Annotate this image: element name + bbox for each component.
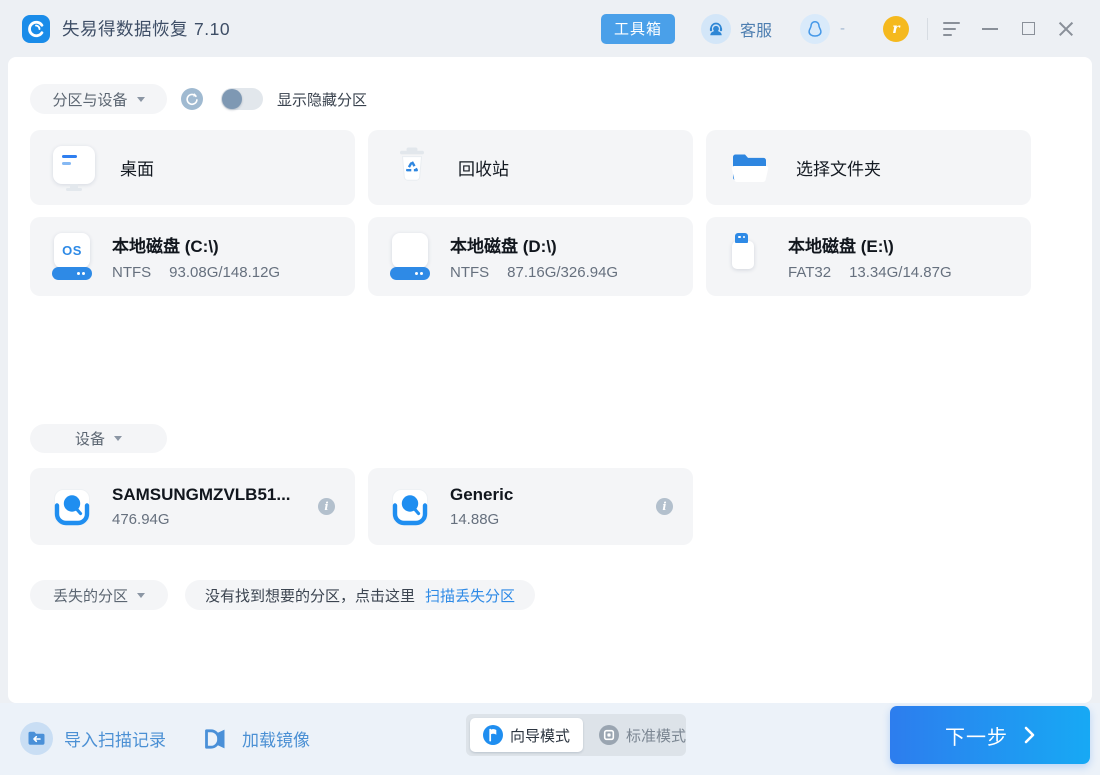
card-device-generic[interactable]: Generic 14.88G i (368, 468, 693, 545)
lost-partitions-dropdown[interactable]: 丢失的分区 (30, 580, 168, 610)
mode-switch: 向导模式 标准模式 (466, 714, 686, 756)
next-label: 下一步 (945, 721, 1008, 750)
scan-lost-partitions-link[interactable]: 扫描丢失分区 (425, 585, 515, 606)
maximize-button[interactable] (1014, 15, 1042, 43)
import-scan-label: 导入扫描记录 (64, 726, 166, 751)
hdd-device-icon (390, 487, 430, 527)
chevron-right-icon (1024, 726, 1035, 744)
device-name: SAMSUNGMZVLB51... (112, 485, 291, 505)
usb-stick-icon (728, 233, 768, 280)
lost-partition-hint-text: 没有找到想要的分区，点击这里 (205, 585, 415, 606)
chevron-down-icon (137, 593, 145, 598)
app-version: 7.10 (194, 19, 230, 39)
app-window: 失易得数据恢复 7.10 工具箱 客服 (0, 0, 1100, 775)
avatar-glyph: r (892, 22, 899, 36)
info-icon[interactable]: i (656, 498, 673, 515)
footer-bar: 导入扫描记录 加载镜像 向导模式 (0, 703, 1100, 775)
import-scan-button[interactable]: 导入扫描记录 (20, 722, 166, 755)
refresh-button[interactable] (181, 88, 203, 110)
device-name: Generic (450, 485, 513, 505)
card-choose-folder-label: 选择文件夹 (796, 155, 881, 180)
next-button[interactable]: 下一步 (890, 706, 1090, 764)
toggle-knob (222, 89, 242, 109)
card-choose-folder[interactable]: 选择文件夹 (706, 130, 1031, 205)
lost-partitions-dropdown-label: 丢失的分区 (53, 585, 128, 606)
card-recycle-bin[interactable]: 回收站 (368, 130, 693, 205)
devices-dropdown[interactable]: 设备 (30, 424, 167, 453)
qq-penguin-icon (800, 14, 830, 44)
flag-icon (483, 725, 503, 745)
show-hidden-label: 显示隐藏分区 (277, 89, 367, 110)
disk-icon (390, 233, 430, 280)
lost-partition-hint: 没有找到想要的分区，点击这里 扫描丢失分区 (185, 580, 535, 610)
load-image-button[interactable]: 加载镜像 (198, 722, 310, 755)
disk-size: 87.16G/326.94G (507, 264, 618, 281)
refresh-icon (185, 92, 199, 106)
app-title-text: 失易得数据恢复 (62, 19, 188, 39)
support-label: 客服 (740, 17, 772, 41)
minimize-button[interactable] (976, 15, 1004, 43)
disk-filesystem: NTFS (450, 264, 489, 281)
card-disk-c[interactable]: OS 本地磁盘 (C:\) NTFS 93.08G/148.12G (30, 217, 355, 296)
import-folder-icon (20, 722, 53, 755)
load-image-label: 加载镜像 (242, 726, 310, 751)
partitions-dropdown[interactable]: 分区与设备 (30, 84, 167, 114)
disk-filesystem: NTFS (112, 264, 151, 281)
qq-button[interactable]: - (800, 14, 845, 44)
partitions-dropdown-label: 分区与设备 (52, 89, 127, 110)
support-button[interactable]: 客服 (701, 14, 772, 44)
desktop-icon (52, 144, 96, 192)
device-size: 476.94G (112, 511, 291, 528)
hdd-device-icon (52, 487, 92, 527)
qq-status: - (840, 20, 845, 37)
square-icon (599, 725, 619, 745)
close-button[interactable] (1052, 15, 1080, 43)
standard-mode-label: 标准模式 (626, 725, 686, 746)
card-desktop[interactable]: 桌面 (30, 130, 355, 205)
app-logo-icon (22, 15, 50, 43)
disk-name: 本地磁盘 (C:\) (112, 232, 280, 257)
disk-size: 13.34G/14.87G (849, 264, 952, 281)
card-disk-d[interactable]: 本地磁盘 (D:\) NTFS 87.16G/326.94G (368, 217, 693, 296)
recycle-bin-icon (390, 144, 434, 192)
disk-name: 本地磁盘 (D:\) (450, 232, 618, 257)
app-title: 失易得数据恢复 7.10 (62, 16, 230, 41)
titlebar-separator (927, 18, 928, 40)
disk-name: 本地磁盘 (E:\) (788, 232, 952, 257)
folder-icon (728, 150, 772, 190)
wizard-mode-tab[interactable]: 向导模式 (470, 718, 583, 752)
devices-dropdown-label: 设备 (75, 428, 105, 449)
disk-size: 93.08G/148.12G (169, 264, 280, 281)
device-size: 14.88G (450, 511, 513, 528)
chevron-down-icon (114, 436, 122, 441)
card-disk-e[interactable]: 本地磁盘 (E:\) FAT32 13.34G/14.87G (706, 217, 1031, 296)
toolbox-button[interactable]: 工具箱 (601, 14, 675, 44)
card-recycle-bin-label: 回收站 (458, 155, 509, 180)
card-device-samsung[interactable]: SAMSUNGMZVLB51... 476.94G i (30, 468, 355, 545)
info-icon[interactable]: i (318, 498, 335, 515)
chevron-down-icon (137, 97, 145, 102)
os-badge: OS (62, 243, 82, 258)
main-panel: 分区与设备 显示隐藏分区 桌面 (8, 57, 1092, 703)
standard-mode-tab[interactable]: 标准模式 (583, 718, 702, 752)
titlebar: 失易得数据恢复 7.10 工具箱 客服 (0, 0, 1100, 57)
avatar[interactable]: r (883, 16, 909, 42)
card-desktop-label: 桌面 (120, 155, 154, 180)
load-image-icon (198, 722, 231, 755)
menu-icon[interactable] (938, 15, 966, 43)
wizard-mode-label: 向导模式 (510, 725, 570, 746)
headset-icon (701, 14, 731, 44)
os-disk-icon: OS (52, 233, 92, 280)
show-hidden-toggle[interactable] (221, 88, 263, 110)
disk-filesystem: FAT32 (788, 264, 831, 281)
